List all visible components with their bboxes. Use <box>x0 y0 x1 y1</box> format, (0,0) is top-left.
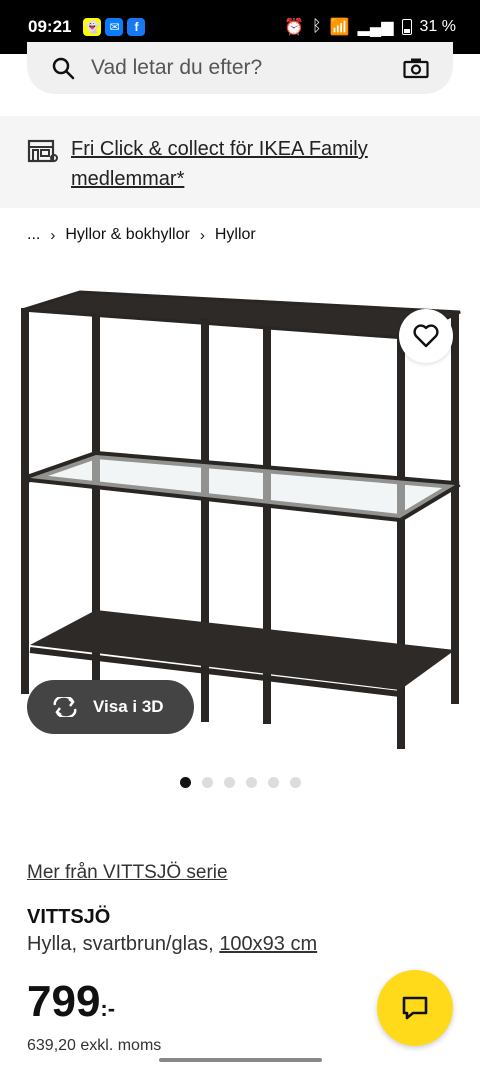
heart-icon <box>413 324 439 348</box>
breadcrumb-ellipsis[interactable]: ... <box>27 226 40 244</box>
carousel-dot[interactable] <box>180 777 191 788</box>
carousel-dot[interactable] <box>224 777 235 788</box>
breadcrumb-item-hyllor-bokhyllor[interactable]: Hyllor & bokhyllor <box>65 226 189 244</box>
messenger-icon: ✉ <box>105 18 124 36</box>
image-carousel-dots <box>180 777 301 788</box>
price-value: 799 <box>27 977 101 1026</box>
facebook-icon: f <box>127 18 146 36</box>
product-dimensions-link[interactable]: 100x93 cm <box>219 933 317 955</box>
battery-level: 31 % <box>419 18 456 35</box>
chevron-right-icon: › <box>199 226 205 244</box>
product-description: Hylla, svartbrun/glas, 100x93 cm <box>27 933 317 956</box>
breadcrumb-item-hyllor[interactable]: Hyllor <box>215 226 256 244</box>
carousel-dot[interactable] <box>268 777 279 788</box>
rotate-3d-icon <box>53 697 77 717</box>
search-area: Vad letar du efter? <box>0 42 480 116</box>
search-icon <box>52 57 75 80</box>
status-time: 09:21 <box>28 17 72 36</box>
favorite-button[interactable] <box>399 309 453 363</box>
promo-banner[interactable]: Fri Click & collect för IKEA Family medl… <box>0 116 480 208</box>
wifi-icon: 📶 <box>329 19 350 36</box>
chat-icon <box>402 996 428 1020</box>
promo-link[interactable]: Fri Click & collect för IKEA Family medl… <box>71 134 453 190</box>
product-price: 799 :- <box>27 978 115 1026</box>
product-description-text: Hylla, svartbrun/glas, <box>27 933 214 955</box>
chat-button[interactable] <box>377 970 453 1046</box>
bluetooth-icon: ᛒ <box>312 18 322 35</box>
battery-icon <box>401 19 412 35</box>
search-input[interactable]: Vad letar du efter? <box>27 42 453 94</box>
carousel-dot[interactable] <box>246 777 257 788</box>
view-in-3d-button[interactable]: Visa i 3D <box>27 680 194 734</box>
camera-icon[interactable] <box>403 57 429 79</box>
alarm-icon: ⏰ <box>284 19 305 36</box>
store-icon <box>27 139 58 163</box>
search-placeholder: Vad letar du efter? <box>91 56 263 79</box>
carousel-dot[interactable] <box>290 777 301 788</box>
chevron-right-icon: › <box>50 226 56 244</box>
price-excl-vat: 639,20 exkl. moms <box>27 1037 162 1054</box>
product-name: VITTSJÖ <box>27 906 111 928</box>
view-in-3d-label: Visa i 3D <box>93 697 164 716</box>
snapchat-icon: 👻 <box>83 18 102 36</box>
signal-icon: ▂▄▆ <box>357 19 394 36</box>
price-suffix: :- <box>100 996 116 1021</box>
home-indicator[interactable] <box>159 1058 322 1062</box>
carousel-dot[interactable] <box>202 777 213 788</box>
breadcrumb: ... › Hyllor & bokhyllor › Hyllor <box>27 226 256 244</box>
series-link[interactable]: Mer från VITTSJÖ serie <box>27 862 228 884</box>
